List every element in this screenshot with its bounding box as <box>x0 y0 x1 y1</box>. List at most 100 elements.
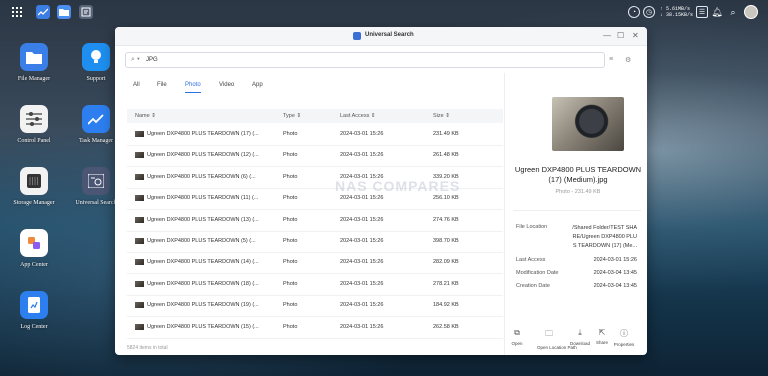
tab-photo[interactable]: Photo <box>185 82 201 88</box>
table-row[interactable]: Ugreen DXP4800 PLUS TEARDOWN (18) (... Ph… <box>127 274 503 296</box>
file-location-line: S TEARDOWN (17) (Me... <box>572 243 637 249</box>
photo-thumbnail <box>135 238 144 244</box>
table-row[interactable]: Ugreen DXP4800 PLUS TEARDOWN (17) (... Ph… <box>127 124 503 146</box>
user-avatar[interactable] <box>744 5 758 19</box>
window-titlebar[interactable]: Universal Search — ☐ ✕ <box>115 27 647 46</box>
cell-name: Ugreen DXP4800 PLUS TEARDOWN (5) (... <box>147 238 256 244</box>
file-location-value: /Shared Folder/TEST SHA RE/Ugreen DXP480… <box>559 224 637 251</box>
universal-search-icon <box>82 167 110 195</box>
cell-last-access: 2024-03-01 15:26 <box>340 302 384 309</box>
cell-type: Photo <box>283 302 298 309</box>
cell-name: Ugreen DXP4800 PLUS TEARDOWN (13) (... <box>147 216 259 223</box>
properties-button[interactable]: ⓘ Properties <box>612 328 636 347</box>
table-header: Name ⇕ Type ⇕ Last Access ⇕ Size ⇕ <box>127 109 503 123</box>
cell-size: 274.76 KB <box>433 216 459 223</box>
desktop-icon-label: Storage Manager <box>13 200 55 206</box>
tab-app[interactable]: App <box>252 82 263 88</box>
top-bar: ◔ ◷ ↑ 5.61MB/s ↓ 38.15KB/s ☰ 🔔︎ ⌕ <box>0 0 768 24</box>
table-row[interactable]: Ugreen DXP4800 PLUS TEARDOWN (12) (... Ph… <box>127 145 503 168</box>
cell-last-access: 2024-03-01 15:26 <box>340 216 384 223</box>
notification-bell-icon[interactable]: 🔔︎ <box>711 6 723 18</box>
cell-name: Ugreen DXP4800 PLUS TEARDOWN (19) (... <box>147 302 259 309</box>
cell-last-access: 2024-03-01 15:26 <box>340 323 384 330</box>
watermark: NAS COMPARES <box>335 178 461 194</box>
table-row[interactable]: Ugreen DXP4800 PLUS TEARDOWN (14) (... Ph… <box>127 252 503 275</box>
cell-name: Ugreen DXP4800 PLUS TEARDOWN (14) (... <box>147 259 259 266</box>
minimize-icon[interactable]: — <box>603 31 611 40</box>
speedometer-icon[interactable]: ◔ <box>628 6 640 18</box>
document-icon <box>20 291 48 319</box>
desktop-app-center[interactable]: App Center <box>6 229 62 268</box>
info-icon: ⓘ <box>620 329 628 338</box>
apps-grid-icon[interactable] <box>10 5 24 19</box>
cell-type: Photo <box>283 216 298 223</box>
photo-thumbnail <box>135 323 144 330</box>
cell-size: 262.58 KB <box>433 323 459 330</box>
desktop-file-manager[interactable]: File Manager <box>6 43 62 82</box>
file-location-label: File Location <box>516 224 548 230</box>
file-location-line: RE/Ugreen DXP4800 PLU <box>572 234 637 240</box>
share-button[interactable]: ⇱ Share <box>590 328 614 345</box>
column-last-access[interactable]: Last Access ⇕ <box>340 113 376 119</box>
search-query: JPG <box>146 57 158 63</box>
download-button[interactable]: ⤓ Download <box>568 328 592 346</box>
cell-size: 256.10 KB <box>433 195 459 202</box>
cell-last-access: 2024-03-01 15:26 <box>340 152 384 159</box>
column-type[interactable]: Type ⇕ <box>283 113 301 119</box>
open-button[interactable]: ⧉ Open <box>505 328 529 346</box>
maximize-icon[interactable]: ☐ <box>617 31 624 40</box>
desktop-storage-manager[interactable]: Storage Manager <box>6 167 62 206</box>
chart-trend-icon <box>82 105 110 133</box>
table-row[interactable]: Ugreen DXP4800 PLUS TEARDOWN (5) (... Pho… <box>127 231 503 253</box>
storage-drive-icon <box>20 167 48 195</box>
creation-date-value: 2024-03-04 13:45 <box>593 283 637 289</box>
table-row[interactable]: Ugreen DXP4800 PLUS TEARDOWN (19) (... Ph… <box>127 295 503 318</box>
desktop-log-center[interactable]: Log Center <box>6 291 62 330</box>
search-icon[interactable]: ⌕ <box>727 6 739 18</box>
table-row[interactable]: Ugreen DXP4800 PLUS TEARDOWN (15) (... Ph… <box>127 317 503 339</box>
tab-video[interactable]: Video <box>219 82 234 88</box>
photo-thumbnail <box>135 173 144 180</box>
item-count: 5824 items in total <box>127 345 168 351</box>
cell-last-access: 2024-03-01 15:26 <box>340 195 384 202</box>
share-icon: ⇱ <box>598 328 606 337</box>
desktop-icon-label: Log Center <box>20 324 48 330</box>
task-manager-taskbar-icon[interactable] <box>36 5 50 19</box>
table-row[interactable]: Ugreen DXP4800 PLUS TEARDOWN (13) (... Ph… <box>127 210 503 232</box>
cell-name: Ugreen DXP4800 PLUS TEARDOWN (6) (... <box>147 173 256 180</box>
cell-size: 278.21 KB <box>433 280 459 287</box>
universal-search-taskbar-icon[interactable] <box>79 5 93 19</box>
network-speed-icon[interactable]: ◷ <box>643 6 655 18</box>
cell-last-access: 2024-03-01 15:26 <box>340 259 384 266</box>
filter-list-icon[interactable]: ≡ <box>609 56 613 63</box>
cell-name: Ugreen DXP4800 PLUS TEARDOWN (11) (... <box>147 195 259 202</box>
app-icon <box>353 32 361 40</box>
photo-thumbnail <box>135 302 144 309</box>
photo-thumbnail <box>135 195 144 202</box>
search-input[interactable]: ⌕ ▾ JPG <box>125 52 605 68</box>
settings-gear-icon[interactable]: ⚙ <box>625 56 631 64</box>
universal-search-window: Universal Search — ☐ ✕ ⌕ ▾ JPG ≡ ⚙ All F… <box>115 27 647 355</box>
column-size[interactable]: Size ⇕ <box>433 113 450 119</box>
network-speed-readout: ↑ 5.61MB/s ↓ 38.15KB/s <box>660 6 693 18</box>
column-name[interactable]: Name ⇕ <box>135 113 156 119</box>
cell-size: 261.48 KB <box>433 152 459 159</box>
cell-name: Ugreen DXP4800 PLUS TEARDOWN (15) (... <box>147 323 259 330</box>
photo-preview <box>552 97 624 151</box>
widgets-icon[interactable]: ☰ <box>696 6 708 18</box>
close-icon[interactable]: ✕ <box>632 31 639 40</box>
desktop-control-panel[interactable]: Control Panel <box>6 105 62 144</box>
open-icon: ⧉ <box>514 328 520 337</box>
cell-type: Photo <box>283 152 298 159</box>
cell-type: Photo <box>283 280 298 287</box>
tab-all[interactable]: All <box>133 82 140 88</box>
last-access-label: Last Access <box>516 257 546 263</box>
open-location-path-button[interactable]: 🗀︎ Open Location Path <box>537 328 577 350</box>
desktop-icon-label: App Center <box>20 262 48 268</box>
file-manager-taskbar-icon[interactable] <box>57 5 71 19</box>
details-divider <box>513 210 641 211</box>
photo-thumbnail <box>135 259 144 266</box>
tab-file[interactable]: File <box>157 82 167 88</box>
details-filename-line1: Ugreen DXP4800 PLUS TEARDOWN <box>514 165 642 174</box>
modification-date-value: 2024-03-04 13:45 <box>593 270 637 276</box>
